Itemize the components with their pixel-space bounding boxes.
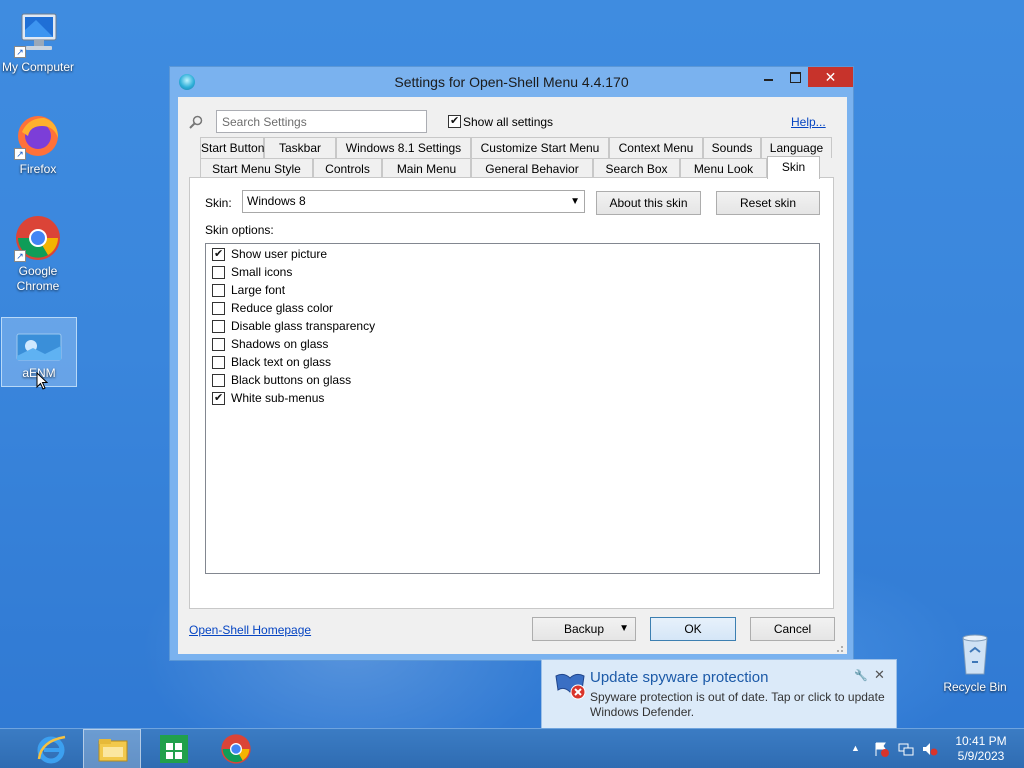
option-label: Show user picture	[231, 247, 328, 261]
tab-start-button[interactable]: Start Button	[200, 137, 264, 158]
show-all-settings-checkbox[interactable]	[448, 114, 461, 128]
tab-skin[interactable]: Skin	[767, 156, 820, 179]
skin-options-label: Skin options:	[205, 223, 274, 237]
option-checkbox[interactable]	[212, 247, 225, 261]
settings-wrench-icon[interactable]: 🔧	[854, 669, 868, 682]
desktop-icon-my-computer[interactable]: ↗ My Computer	[0, 10, 76, 75]
ok-button[interactable]: OK	[650, 617, 736, 641]
computer-icon: ↗	[14, 10, 62, 58]
shortcut-arrow-icon: ↗	[14, 148, 26, 160]
option-label: Small icons	[231, 265, 293, 279]
internet-explorer-icon	[37, 735, 66, 764]
search-icon	[189, 115, 203, 129]
desktop-icon-label: Firefox	[19, 162, 57, 176]
notification-body: Spyware protection is out of date. Tap o…	[590, 690, 885, 719]
chrome-icon	[221, 734, 251, 764]
desktop-icon-google-chrome[interactable]: ↗ Google Chrome	[0, 214, 76, 294]
desktop-icon-label: My Computer	[1, 60, 75, 74]
taskbar-internet-explorer[interactable]	[22, 729, 80, 768]
search-input[interactable]	[216, 110, 427, 133]
desktop-icon-recycle-bin[interactable]: Recycle Bin	[937, 630, 1013, 695]
dialog-client-area: Show all settings Help... Start Button T…	[178, 97, 847, 654]
clock-date: 5/9/2023	[957, 749, 1005, 763]
image-file-icon	[15, 328, 63, 364]
desktop-icon-firefox[interactable]: ↗ Firefox	[0, 112, 76, 177]
desktop-icon-label: Recycle Bin	[943, 680, 1007, 694]
taskbar-google-chrome[interactable]	[207, 729, 265, 768]
option-checkbox[interactable]	[212, 356, 225, 369]
option-checkbox[interactable]	[212, 284, 225, 297]
open-shell-homepage-link[interactable]: Open-Shell Homepage	[189, 623, 311, 637]
close-button[interactable]: ✕	[808, 67, 853, 87]
mouse-cursor-icon	[36, 372, 48, 390]
volume-muted-icon[interactable]	[922, 741, 938, 757]
option-checkbox[interactable]	[212, 391, 225, 405]
tab-main-menu[interactable]: Main Menu	[382, 158, 471, 179]
tab-taskbar[interactable]: Taskbar	[264, 137, 336, 158]
tab-menu-look[interactable]: Menu Look	[680, 158, 767, 179]
tab-language[interactable]: Language	[761, 137, 832, 158]
firefox-icon: ↗	[14, 112, 62, 160]
maximize-button[interactable]	[782, 67, 808, 87]
taskbar-file-explorer[interactable]	[83, 729, 141, 768]
option-checkbox[interactable]	[212, 302, 225, 315]
skin-options-list: Show user picture Small icons Large font…	[205, 243, 820, 574]
option-label: Black buttons on glass	[231, 373, 352, 387]
about-this-skin-button[interactable]: About this skin	[596, 191, 701, 215]
option-label: Disable glass transparency	[231, 319, 376, 333]
recycle-bin-icon	[951, 630, 999, 678]
chrome-icon: ↗	[14, 214, 62, 262]
option-label: Reduce glass color	[231, 301, 334, 315]
desktop-icon-label: Google Chrome	[16, 264, 60, 293]
tab-controls[interactable]: Controls	[313, 158, 382, 179]
minimize-button[interactable]	[756, 67, 782, 87]
chevron-down-icon: ▼	[570, 196, 580, 207]
skin-label: Skin:	[205, 196, 232, 210]
system-clock[interactable]: 10:41 PM 5/9/2023	[946, 734, 1016, 764]
option-label: Black text on glass	[231, 355, 332, 369]
taskbar-store[interactable]	[145, 729, 203, 768]
action-center-flag-icon[interactable]	[873, 741, 889, 757]
tab-context-menu[interactable]: Context Menu	[609, 137, 703, 158]
resize-grip-icon[interactable]	[834, 643, 844, 653]
notification-title: Update spyware protection	[590, 669, 769, 686]
title-bar[interactable]: Settings for Open-Shell Menu 4.4.170 ✕	[170, 67, 853, 97]
clock-time: 10:41 PM	[955, 734, 1007, 748]
notification-balloon[interactable]: Update spyware protection Spyware protec…	[541, 659, 897, 729]
backup-button-label: Backup	[563, 622, 605, 636]
settings-dialog: Settings for Open-Shell Menu 4.4.170 ✕ S…	[169, 66, 854, 661]
dropdown-arrow-icon: ▼	[619, 623, 629, 634]
notification-close-icon[interactable]: ✕	[874, 667, 885, 683]
skin-dropdown[interactable]: Windows 8 ▼	[242, 190, 585, 213]
window-title: Settings for Open-Shell Menu 4.4.170	[394, 74, 629, 90]
network-icon[interactable]	[898, 741, 914, 757]
option-label: Shadows on glass	[231, 337, 329, 351]
option-checkbox[interactable]	[212, 320, 225, 333]
shortcut-arrow-icon: ↗	[14, 46, 26, 58]
reset-skin-button[interactable]: Reset skin	[716, 191, 820, 215]
taskbar: ▲ 10:41 PM 5/9/2023	[0, 728, 1024, 768]
folder-icon	[98, 739, 128, 762]
option-label: White sub-menus	[231, 391, 325, 405]
option-checkbox[interactable]	[212, 266, 225, 279]
tab-start-menu-style[interactable]: Start Menu Style	[200, 158, 313, 179]
tab-search-box[interactable]: Search Box	[593, 158, 680, 179]
show-all-settings-label: Show all settings	[463, 115, 554, 129]
tab-windows-8-1-settings[interactable]: Windows 8.1 Settings	[336, 137, 471, 158]
option-checkbox[interactable]	[212, 338, 225, 351]
option-checkbox[interactable]	[212, 374, 225, 387]
skin-tab-panel: Skin: Windows 8 ▼ About this skin Reset …	[189, 177, 834, 609]
help-link[interactable]: Help...	[791, 115, 826, 129]
windows-store-icon	[160, 735, 188, 763]
shortcut-arrow-icon: ↗	[14, 250, 26, 262]
option-label: Large font	[231, 283, 286, 297]
tab-customize-start-menu[interactable]: Customize Start Menu	[471, 137, 609, 158]
skin-dropdown-value: Windows 8	[247, 194, 306, 208]
cancel-button[interactable]: Cancel	[750, 617, 835, 641]
backup-button[interactable]: Backup ▼	[532, 617, 636, 641]
windows-defender-warning-icon	[555, 673, 586, 700]
tab-sounds[interactable]: Sounds	[703, 137, 761, 158]
tab-general-behavior[interactable]: General Behavior	[471, 158, 593, 179]
show-hidden-icons-chevron[interactable]: ▲	[851, 743, 867, 759]
